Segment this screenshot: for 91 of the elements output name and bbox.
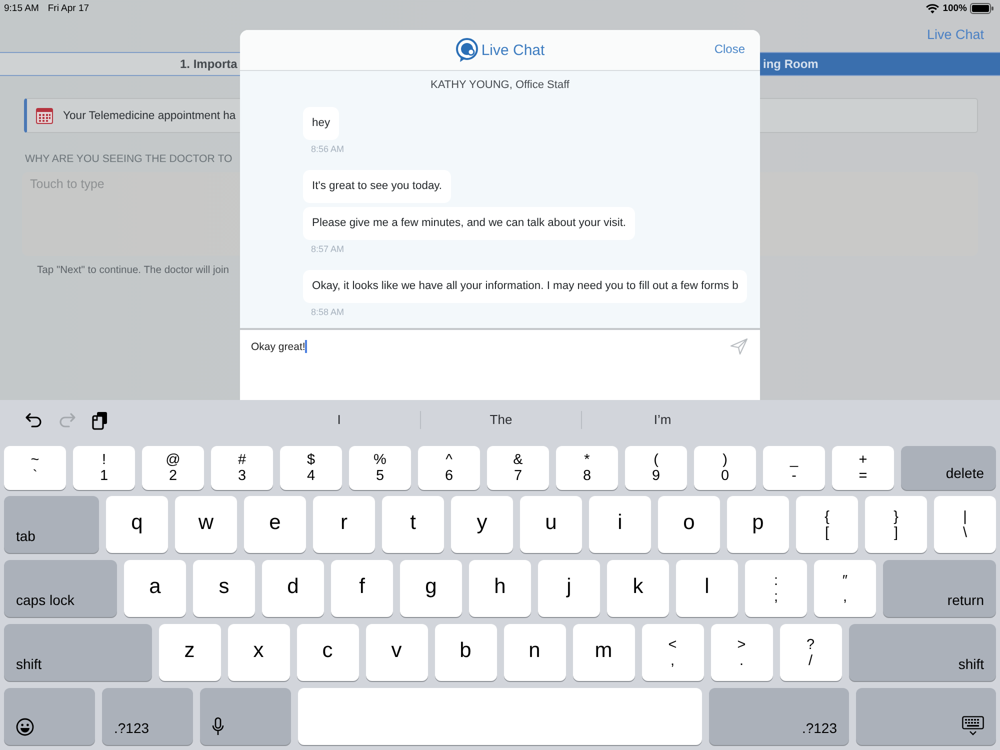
keyboard-hide-icon	[962, 716, 984, 736]
key[interactable]: i	[589, 496, 651, 553]
chat-title: Live Chat	[481, 42, 545, 58]
undo-icon[interactable]	[24, 412, 42, 428]
key[interactable]: q	[106, 496, 168, 553]
message-bubble: Okay, it looks like we have all your information. I may need you to fill out a few forms b	[303, 270, 748, 303]
emoji-key[interactable]	[4, 688, 95, 745]
key[interactable]: o	[658, 496, 720, 553]
key[interactable]: p	[727, 496, 789, 553]
key[interactable]: j	[538, 560, 600, 617]
status-time: 9:15 AM	[4, 3, 39, 14]
key[interactable]: return	[883, 560, 996, 617]
key[interactable]: r	[313, 496, 375, 553]
microphone-icon	[212, 717, 224, 736]
key[interactable]: shift	[4, 624, 152, 681]
key[interactable]: ! 1	[73, 446, 135, 490]
key[interactable]: z	[158, 624, 220, 681]
message-input[interactable]: Okay great!	[251, 340, 730, 353]
suggestion[interactable]: I	[337, 412, 341, 427]
key[interactable]: + =	[832, 446, 894, 490]
space-key[interactable]	[298, 688, 702, 745]
key[interactable]: t	[382, 496, 444, 553]
key[interactable]: } ]	[865, 496, 927, 553]
key[interactable]: d	[262, 560, 324, 617]
key[interactable]: { [	[796, 496, 858, 553]
hint-text: Tap "Next" to continue. The doctor will join	[37, 265, 229, 276]
suggestion[interactable]: I’m	[654, 412, 672, 427]
message-bubble: Please give me a few minutes, and we can talk about your visit.	[303, 207, 636, 240]
key[interactable]: f	[331, 560, 393, 617]
send-button[interactable]	[730, 338, 748, 355]
key[interactable]: * 8	[556, 446, 618, 490]
message-bubble: It's great to see you today.	[303, 170, 452, 203]
key[interactable]: w	[175, 496, 237, 553]
key[interactable]: > .	[710, 624, 772, 681]
key[interactable]: .?123	[102, 688, 193, 745]
key[interactable]: n	[504, 624, 566, 681]
key[interactable]: x	[228, 624, 290, 681]
paste-icon[interactable]	[92, 410, 108, 430]
message-bubble: hey	[303, 107, 340, 140]
key[interactable]: ) 0	[694, 446, 756, 490]
key[interactable]: _ -	[763, 446, 825, 490]
key[interactable]: & 7	[487, 446, 549, 490]
message-time: 8:56 AM	[311, 144, 344, 154]
calendar-icon	[36, 108, 53, 124]
smiley-icon	[16, 718, 34, 736]
key[interactable]: @ 2	[142, 446, 204, 490]
key[interactable]: : ;	[745, 560, 807, 617]
key[interactable]: s	[193, 560, 255, 617]
key[interactable]: g	[400, 560, 462, 617]
key[interactable]: caps lock	[4, 560, 117, 617]
hide-keyboard-key[interactable]	[856, 688, 996, 745]
key[interactable]: b	[434, 624, 496, 681]
key[interactable]: delete	[901, 446, 996, 490]
close-button[interactable]: Close	[714, 42, 745, 56]
key[interactable]: ^ 6	[418, 446, 480, 490]
key[interactable]: ( 9	[625, 446, 687, 490]
suggestion[interactable]: The	[490, 412, 512, 427]
key[interactable]: ? /	[780, 624, 842, 681]
key[interactable]: e	[244, 496, 306, 553]
key[interactable]: a	[124, 560, 186, 617]
key[interactable]: .?123	[709, 688, 849, 745]
key[interactable]: ~ `	[4, 446, 66, 490]
message-time: 8:58 AM	[311, 307, 344, 317]
key[interactable]: v	[366, 624, 428, 681]
reason-label: WHY ARE YOU SEEING THE DOCTOR TO	[25, 153, 232, 165]
status-date: Fri Apr 17	[48, 3, 90, 14]
key[interactable]: < ,	[642, 624, 704, 681]
battery-icon	[970, 3, 994, 14]
key[interactable]: # 3	[211, 446, 273, 490]
wifi-icon	[926, 4, 939, 14]
battery-percent: 100%	[942, 3, 967, 14]
key[interactable]: c	[296, 624, 358, 681]
dictation-key[interactable]	[200, 688, 291, 745]
key[interactable]: h	[469, 560, 531, 617]
key[interactable]: m	[572, 624, 634, 681]
key[interactable]: y	[451, 496, 513, 553]
key[interactable]: shift	[848, 624, 996, 681]
key[interactable]: k	[607, 560, 669, 617]
key[interactable]: l	[676, 560, 738, 617]
key[interactable]: u	[520, 496, 582, 553]
key[interactable]: % 5	[349, 446, 411, 490]
message-time: 8:57 AM	[311, 244, 344, 254]
chat-bubble-icon	[455, 38, 480, 62]
send-icon	[730, 338, 748, 355]
agent-name: KATHY YOUNG, Office Staff	[430, 79, 570, 91]
key[interactable]: $ 4	[280, 446, 342, 490]
text-cursor	[305, 340, 308, 353]
notice-text: Your Telemedicine appointment ha	[63, 110, 236, 122]
key[interactable]: tab	[4, 496, 99, 553]
key[interactable]: ″ ,	[814, 560, 876, 617]
key[interactable]: | \	[934, 496, 996, 553]
